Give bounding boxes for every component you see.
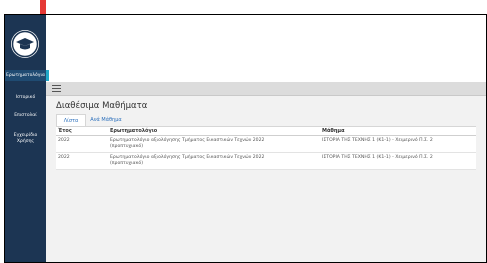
cell-year: 2022 — [58, 155, 70, 160]
cell-year: 2022 — [58, 138, 70, 143]
sidebar-item-label: Εγχειρίδιο Χρήσης — [13, 133, 38, 144]
sidebar-item-label: Ιστορικό — [15, 95, 36, 100]
column-header-year: Έτος — [58, 128, 72, 134]
page-title: Διαθέσιμα Μαθήματα — [56, 101, 148, 111]
sidebar-item-questionnaires[interactable]: Ερωτηματολόγια — [5, 70, 49, 81]
column-header-course: Μάθημα — [322, 128, 345, 134]
table-row[interactable]: 2022 Ερωτηματολόγιο αξιολόγησης Τμήματος… — [56, 153, 476, 170]
cell-questionnaire[interactable]: Ερωτηματολόγιο αξιολόγησης Τμήματος Εικα… — [110, 138, 290, 150]
sidebar-item-label: Επιστολαί — [14, 113, 37, 118]
sidebar-item-letters[interactable]: Επιστολαί — [5, 113, 46, 119]
main-content: Διαθέσιμα Μαθήματα Λίστα Ανά Μάθημα Έτος… — [46, 96, 486, 262]
cell-course: ΙΣΤΟΡΙΑ ΤΗΣ ΤΕΧΝΗΣ 1 (Κ1-1) - Χειμερινό … — [322, 138, 433, 143]
sidebar: Ερωτηματολόγια Ιστορικό Επιστολαί Εγχειρ… — [5, 15, 49, 262]
tab-by-course[interactable]: Ανά Μάθημα — [86, 114, 126, 126]
sidebar-item-manual[interactable]: Εγχειρίδιο Χρήσης — [5, 133, 46, 145]
tab-list[interactable]: Λίστα — [56, 114, 86, 126]
app-window: Ερωτηματολόγια Ιστορικό Επιστολαί Εγχειρ… — [4, 14, 487, 263]
sidebar-item-label: Ερωτηματολόγια — [6, 73, 45, 78]
table-header: Έτος Ερωτηματολόγιο Μάθημα — [56, 127, 476, 136]
hamburger-menu-icon[interactable] — [52, 85, 61, 92]
graduation-cap-logo-icon — [11, 30, 39, 58]
sidebar-item-history[interactable]: Ιστορικό — [5, 95, 46, 101]
cell-questionnaire[interactable]: Ερωτηματολόγιο αξιολόγησης Τμήματος Εικα… — [110, 155, 290, 167]
table-row[interactable]: 2022 Ερωτηματολόγιο αξιολόγησης Τμήματος… — [56, 136, 476, 153]
courses-table: Έτος Ερωτηματολόγιο Μάθημα 2022 Ερωτηματ… — [56, 126, 476, 170]
column-header-questionnaire: Ερωτηματολόγιο — [110, 128, 158, 134]
top-bar — [46, 82, 486, 96]
cell-course: ΙΣΤΟΡΙΑ ΤΗΣ ΤΕΧΝΗΣ 1 (Κ1-1) - Χειμερινό … — [322, 155, 433, 160]
